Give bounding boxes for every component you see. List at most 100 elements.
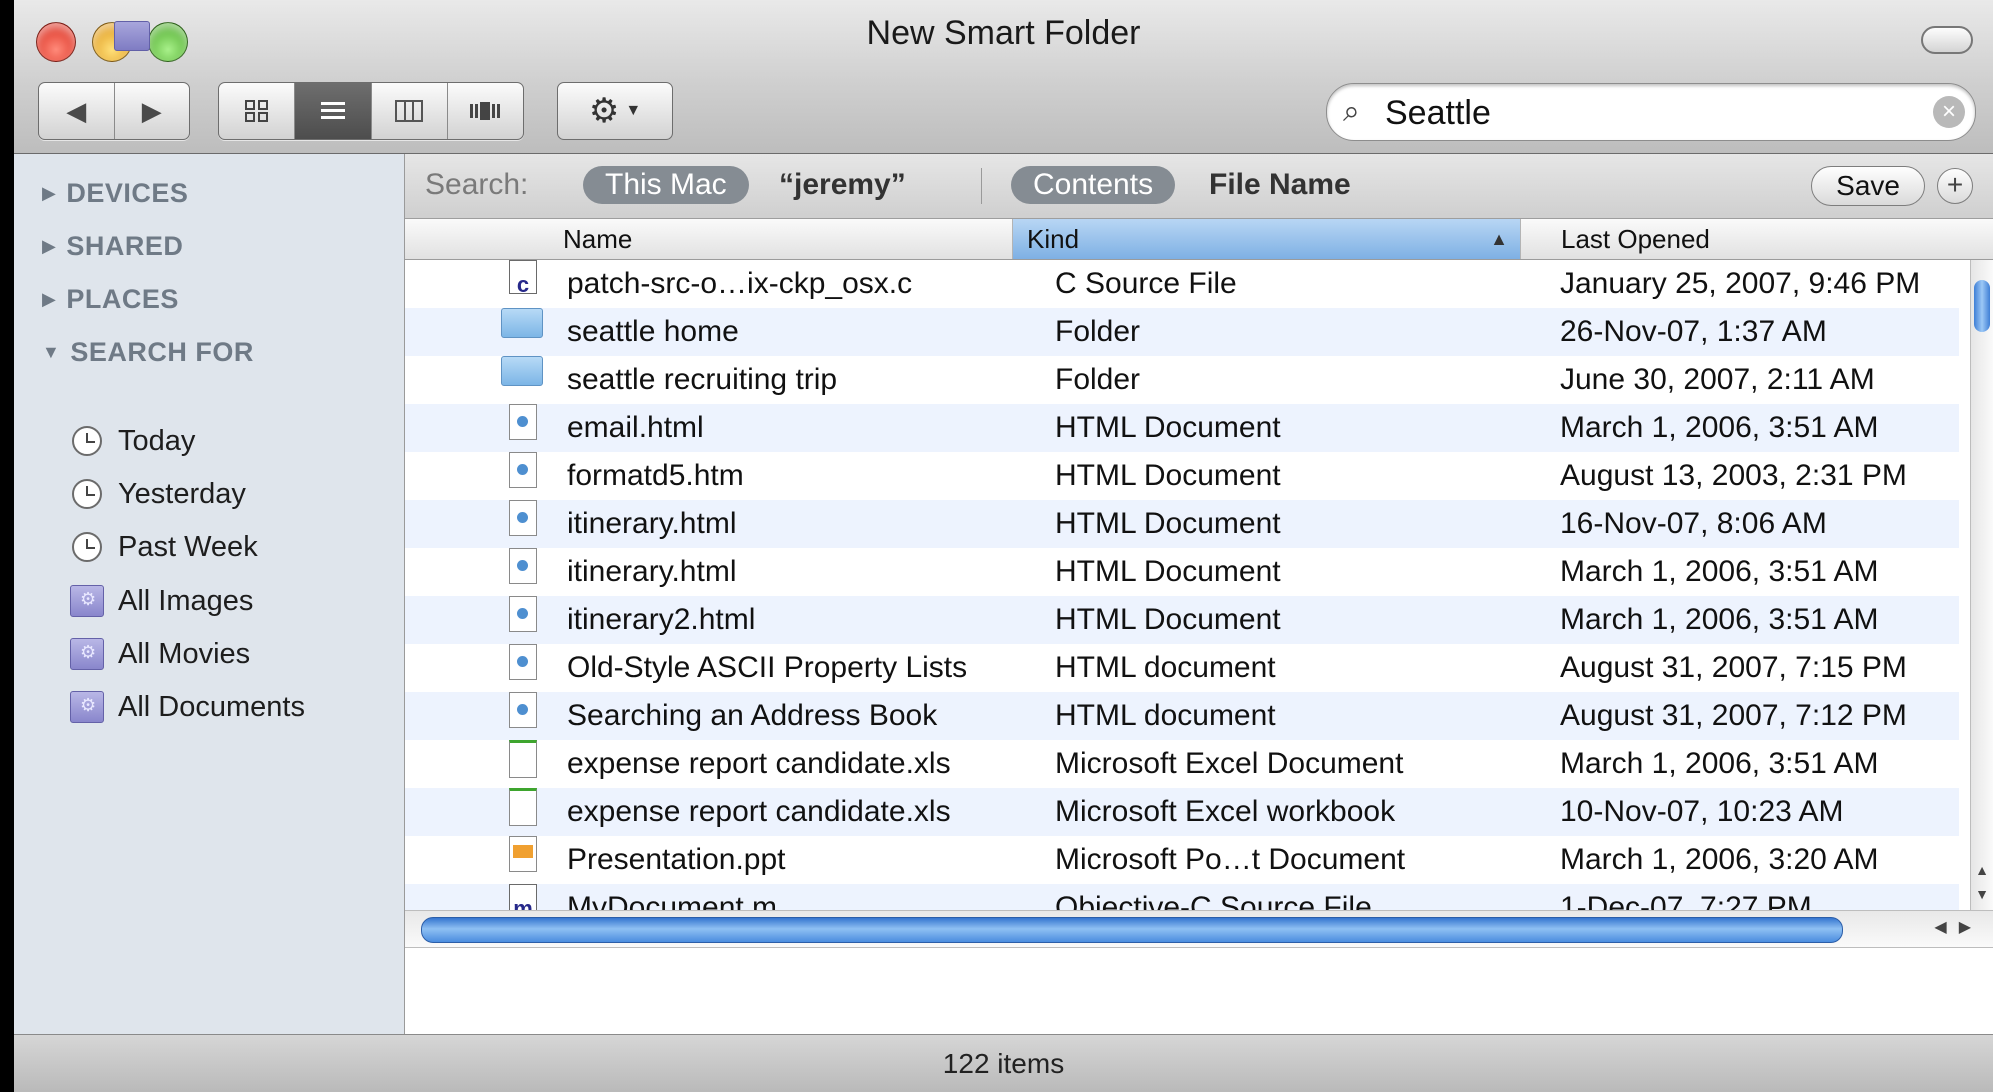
scroll-arrows-icon[interactable]: ◀▶ bbox=[1934, 917, 1983, 937]
table-row[interactable]: Searching an Address Book HTML document Au… bbox=[405, 692, 1959, 740]
sidebar-item-today[interactable]: Today bbox=[70, 421, 195, 461]
horizontal-scroll-thumb[interactable] bbox=[421, 917, 1843, 943]
clear-search-icon[interactable]: × bbox=[1933, 96, 1965, 128]
sidebar-section-search-for[interactable]: ▼ SEARCH FOR bbox=[42, 337, 254, 368]
scope-file-name[interactable]: File Name bbox=[1201, 166, 1359, 204]
disclosure-triangle-icon: ▶ bbox=[42, 289, 57, 309]
table-row[interactable]: Presentation.ppt Microsoft Po…t Document M… bbox=[405, 836, 1959, 884]
smart-folder-icon bbox=[114, 21, 150, 51]
file-browser: Search: This Mac “jeremy” Contents File … bbox=[405, 154, 1993, 1034]
table-row[interactable]: itinerary.html HTML Document 16-Nov-07, 8:… bbox=[405, 500, 1959, 548]
xls-document-icon bbox=[509, 788, 537, 826]
file-name: patch-src-o…ix-ckp_osx.c bbox=[567, 267, 913, 300]
file-name: seattle recruiting trip bbox=[567, 363, 838, 396]
column-view-icon bbox=[395, 100, 424, 122]
list-view-icon bbox=[320, 102, 345, 119]
file-list: c patch-src-o…ix-ckp_osx.c C Source File Ja… bbox=[405, 260, 1959, 932]
file-name: Old-Style ASCII Property Lists bbox=[567, 651, 968, 684]
table-row[interactable]: formatd5.htm HTML Document August 13, 2003… bbox=[405, 452, 1959, 500]
table-row[interactable]: c patch-src-o…ix-ckp_osx.c C Source File Ja… bbox=[405, 260, 1959, 308]
clock-icon bbox=[72, 532, 102, 562]
html-document-icon bbox=[509, 548, 537, 584]
scope-label: Search: bbox=[425, 168, 529, 201]
html-document-icon bbox=[509, 500, 537, 536]
sidebar-section-places[interactable]: ▶ PLACES bbox=[42, 284, 179, 315]
scroll-down-arrow-icon[interactable]: ▼ bbox=[1971, 886, 1993, 912]
table-row[interactable]: itinerary2.html HTML Document March 1, 200… bbox=[405, 596, 1959, 644]
sort-ascending-icon: ▲ bbox=[1490, 229, 1508, 249]
window-title-text: New Smart Folder bbox=[866, 14, 1141, 52]
save-button[interactable]: Save bbox=[1811, 166, 1925, 206]
file-last-opened: 10-Nov-07, 10:23 AM bbox=[1560, 795, 1844, 828]
column-header-last-opened[interactable]: Last Opened bbox=[1521, 219, 1993, 259]
file-kind: Microsoft Excel workbook bbox=[1055, 795, 1396, 828]
scope-contents[interactable]: Contents bbox=[1011, 166, 1176, 204]
back-button[interactable]: ◀ bbox=[39, 83, 115, 139]
file-kind: HTML Document bbox=[1055, 507, 1281, 540]
file-last-opened: August 31, 2007, 7:12 PM bbox=[1560, 699, 1907, 732]
file-kind: HTML Document bbox=[1055, 603, 1281, 636]
table-row[interactable]: seattle home Folder 26-Nov-07, 1:37 AM bbox=[405, 308, 1959, 356]
table-row[interactable]: expense report candidate.xls Microsoft Ex… bbox=[405, 788, 1959, 836]
file-kind: C Source File bbox=[1055, 267, 1237, 300]
toolbar-toggle-button[interactable] bbox=[1921, 26, 1973, 54]
add-criteria-button[interactable]: + bbox=[1937, 168, 1973, 204]
disclosure-triangle-icon: ▼ bbox=[42, 342, 61, 362]
column-header: Name Kind ▲ Last Opened bbox=[405, 219, 1993, 260]
file-last-opened: August 31, 2007, 7:15 PM bbox=[1560, 651, 1907, 684]
file-kind: Microsoft Po…t Document bbox=[1055, 843, 1406, 876]
scope-this-mac[interactable]: This Mac bbox=[583, 166, 749, 204]
table-row[interactable]: itinerary.html HTML Document March 1, 2006… bbox=[405, 548, 1959, 596]
file-kind: Folder bbox=[1055, 315, 1141, 348]
search-field[interactable]: ⌕ × bbox=[1326, 83, 1976, 141]
source-file-icon: c bbox=[509, 260, 537, 297]
scope-user[interactable]: “jeremy” bbox=[771, 166, 914, 204]
file-last-opened: 16-Nov-07, 8:06 AM bbox=[1560, 507, 1827, 540]
sidebar: ▶ DEVICES ▶ SHARED ▶ PLACES ▼ SEARCH FOR Tod… bbox=[14, 154, 405, 1034]
item-count: 122 items bbox=[942, 1048, 1065, 1079]
table-row[interactable]: email.html HTML Document March 1, 2006, 3:… bbox=[405, 404, 1959, 452]
file-last-opened: August 13, 2003, 2:31 PM bbox=[1560, 459, 1907, 492]
html-document-icon bbox=[509, 644, 537, 680]
table-row[interactable]: seattle recruiting trip Folder June 30, 20… bbox=[405, 356, 1959, 404]
file-name: expense report candidate.xls bbox=[567, 795, 951, 828]
scroll-up-arrow-icon[interactable]: ▲ bbox=[1971, 862, 1993, 888]
file-last-opened: January 25, 2007, 9:46 PM bbox=[1560, 267, 1921, 300]
vertical-scrollbar[interactable]: ▲ ▼ bbox=[1970, 260, 1993, 910]
sidebar-item-all-movies[interactable]: All Movies bbox=[70, 634, 250, 674]
html-document-icon bbox=[509, 404, 537, 440]
sidebar-section-shared[interactable]: ▶ SHARED bbox=[42, 231, 183, 262]
window-title: New Smart Folder bbox=[14, 14, 1993, 53]
column-header-name[interactable]: Name bbox=[405, 219, 1013, 259]
file-last-opened: June 30, 2007, 2:11 AM bbox=[1560, 363, 1875, 396]
sidebar-item-yesterday[interactable]: Yesterday bbox=[70, 474, 246, 514]
forward-button[interactable]: ▶ bbox=[115, 83, 190, 139]
sidebar-item-all-documents[interactable]: All Documents bbox=[70, 687, 305, 727]
sidebar-section-devices[interactable]: ▶ DEVICES bbox=[42, 178, 188, 209]
icon-view-button[interactable] bbox=[219, 83, 296, 139]
coverflow-view-button[interactable] bbox=[448, 83, 523, 139]
chevron-down-icon: ▼ bbox=[625, 102, 642, 119]
file-name: itinerary.html bbox=[567, 555, 737, 588]
column-header-kind[interactable]: Kind ▲ bbox=[1013, 219, 1521, 259]
horizontal-scrollbar[interactable]: ◀▶ bbox=[405, 910, 1993, 948]
search-input[interactable] bbox=[1383, 92, 1907, 134]
disclosure-triangle-icon: ▶ bbox=[42, 236, 57, 256]
view-switcher bbox=[218, 82, 524, 140]
finder-window: New Smart Folder ◀ ▶ ⚙ ▼ ⌕ Seattle × ▶ D… bbox=[14, 0, 1993, 1092]
smart-folder-icon bbox=[70, 585, 104, 617]
list-view-button[interactable] bbox=[295, 83, 372, 139]
file-last-opened: March 1, 2006, 3:51 AM bbox=[1560, 603, 1879, 636]
file-name: Searching an Address Book bbox=[567, 699, 938, 732]
file-kind: HTML document bbox=[1055, 699, 1276, 732]
table-row[interactable]: Old-Style ASCII Property Lists HTML docum… bbox=[405, 644, 1959, 692]
column-view-button[interactable] bbox=[372, 83, 448, 139]
sidebar-item-past-week[interactable]: Past Week bbox=[70, 527, 258, 567]
vertical-scroll-thumb[interactable] bbox=[1974, 280, 1990, 332]
action-menu-button[interactable]: ⚙ ▼ bbox=[557, 82, 673, 140]
sidebar-item-all-images[interactable]: All Images bbox=[70, 581, 253, 621]
table-row[interactable]: expense report candidate.xls Microsoft Ex… bbox=[405, 740, 1959, 788]
toolbar: New Smart Folder ◀ ▶ ⚙ ▼ ⌕ Seattle × bbox=[14, 0, 1993, 154]
html-document-icon bbox=[509, 596, 537, 632]
coverflow-view-icon bbox=[470, 102, 501, 120]
